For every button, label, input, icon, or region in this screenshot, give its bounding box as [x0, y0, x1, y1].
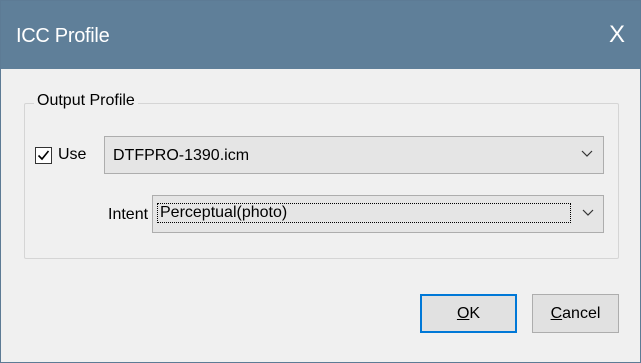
cancel-button[interactable]: Cancel [532, 294, 619, 333]
ok-button[interactable]: OK [420, 294, 517, 333]
profile-select-value: DTFPRO-1390.icm [113, 147, 250, 164]
output-profile-group [24, 103, 619, 259]
cancel-mnemonic: C [550, 305, 563, 322]
ok-label-rest: K [469, 305, 481, 322]
use-label[interactable]: Use [58, 146, 86, 164]
chevron-down-icon [582, 209, 594, 216]
intent-select[interactable]: Perceptual(photo) [152, 195, 604, 233]
profile-select[interactable]: DTFPRO-1390.icm [104, 136, 604, 174]
intent-label: Intent [108, 206, 149, 223]
checkmark-icon [37, 150, 50, 161]
chevron-down-icon [581, 150, 593, 157]
group-legend: Output Profile [34, 92, 138, 110]
cancel-label-rest: ancel [562, 305, 601, 322]
dialog-title: ICC Profile [16, 25, 110, 47]
close-button[interactable]: X [600, 15, 634, 55]
intent-select-value: Perceptual(photo) [157, 203, 571, 223]
icc-profile-dialog: ICC Profile X Output Profile Use DTFPRO-… [0, 0, 641, 363]
ok-mnemonic: O [456, 305, 470, 322]
title-bar[interactable]: ICC Profile X [1, 1, 640, 69]
use-checkbox[interactable] [35, 147, 52, 164]
